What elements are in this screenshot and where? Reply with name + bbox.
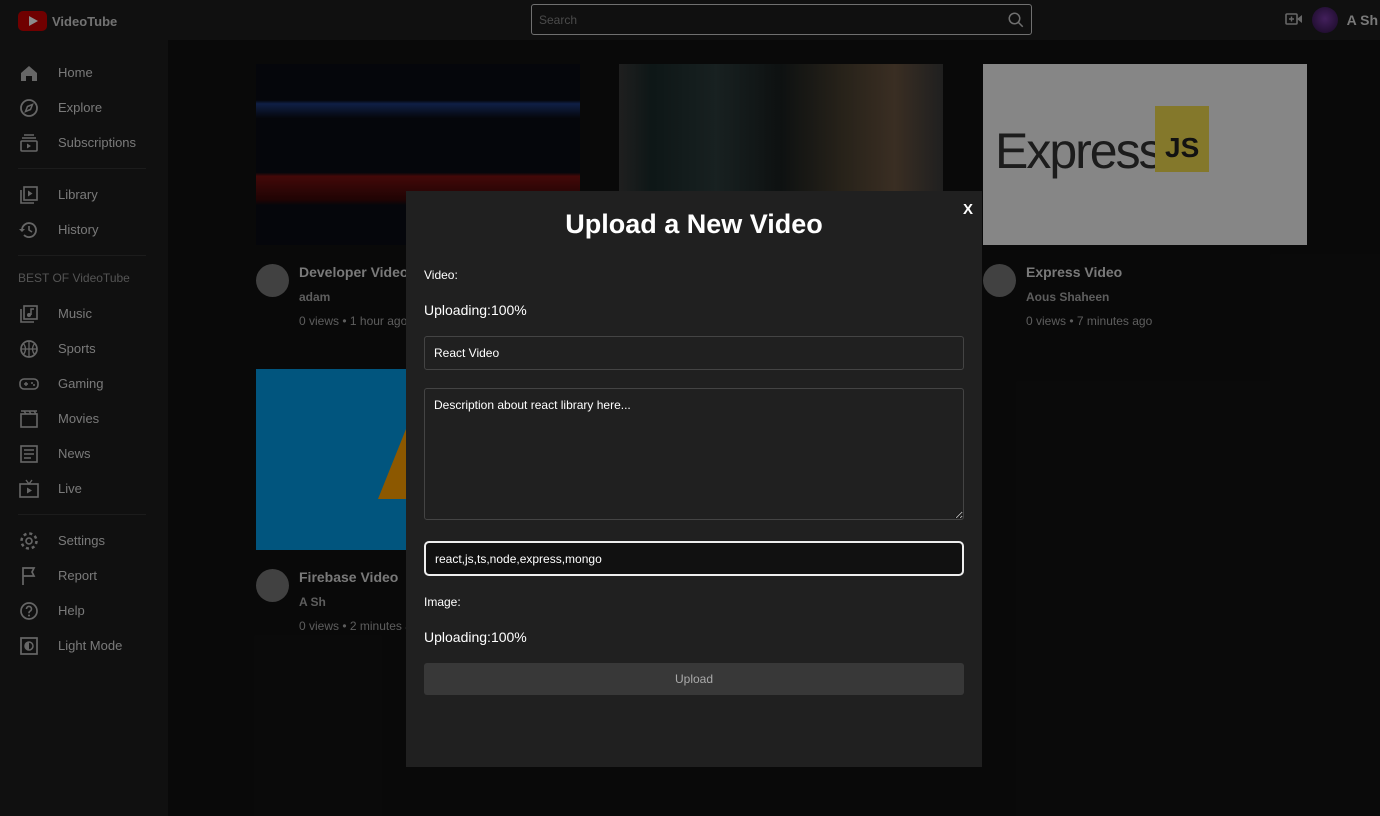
video-label: Video: bbox=[424, 268, 458, 282]
title-input[interactable] bbox=[424, 336, 964, 370]
image-upload-progress: Uploading:100% bbox=[424, 629, 527, 645]
modal-title: Upload a New Video bbox=[565, 209, 823, 239]
image-label: Image: bbox=[424, 595, 461, 609]
description-textarea[interactable]: Description about react library here... bbox=[424, 388, 964, 520]
video-upload-progress: Uploading:100% bbox=[424, 302, 527, 318]
upload-modal: X Upload a New Video Video: Uploading:10… bbox=[406, 191, 982, 767]
upload-button[interactable]: Upload bbox=[424, 663, 964, 695]
close-button[interactable]: X bbox=[963, 201, 973, 218]
tags-input[interactable] bbox=[424, 541, 964, 576]
